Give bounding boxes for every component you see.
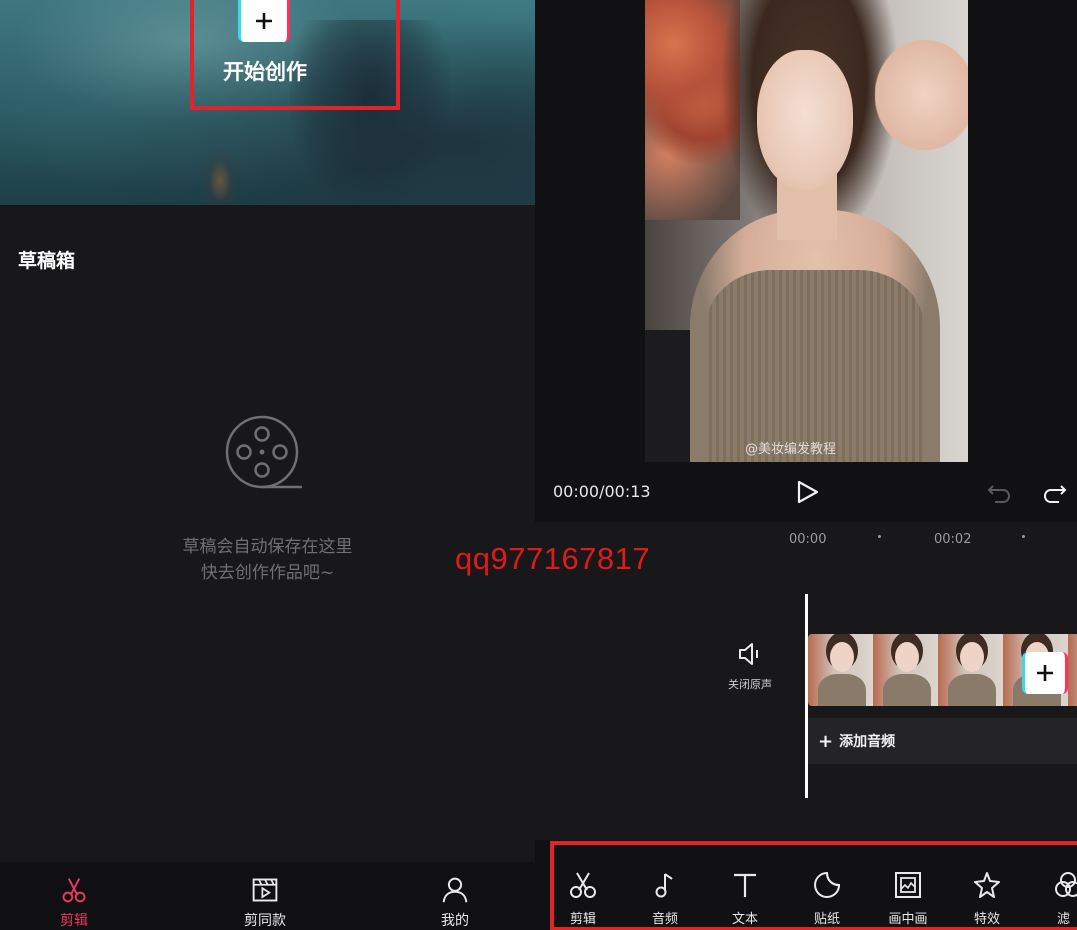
editor-screen: @美妆编发教程 00:00/00:13 00:00 00:02 关闭原声 + 添… [535, 0, 1077, 930]
picture-in-picture-icon [895, 872, 921, 898]
nav-item-edit[interactable]: 剪辑 [24, 862, 124, 930]
nav-item-templates[interactable]: 剪同款 [215, 862, 315, 930]
ruler-time-0: 00:00 [789, 532, 827, 547]
clapperboard-icon [252, 878, 278, 902]
undo-icon[interactable] [985, 478, 1013, 506]
tool-text[interactable]: 文本 [715, 870, 775, 930]
mute-original-label: 关闭原声 [728, 678, 772, 691]
drafts-title: 草稿箱 [18, 250, 76, 272]
tool-label-filter: 滤 [1057, 912, 1071, 927]
video-face [757, 50, 853, 190]
music-note-icon [655, 873, 673, 898]
start-creation-highlight [190, 0, 400, 110]
scissors-icon [570, 872, 596, 898]
speaker-icon [739, 643, 758, 665]
banner-light [200, 145, 240, 205]
tool-audio[interactable]: 音频 [635, 870, 695, 930]
tool-sticker[interactable]: 贴纸 [797, 870, 857, 930]
start-creation-button[interactable] [238, 0, 290, 42]
video-preview[interactable]: @美妆编发教程 [645, 0, 968, 462]
video-hand [875, 40, 968, 150]
redo-icon[interactable] [1041, 478, 1069, 506]
tool-picture-in-picture[interactable]: 画中画 [878, 870, 938, 930]
edit-toolbar: 剪辑 音频 文本 贴纸 画中画 特效 滤 [535, 840, 1077, 930]
nav-label-edit: 剪辑 [60, 913, 88, 929]
filter-icon [1055, 872, 1077, 897]
tool-label-sticker: 贴纸 [813, 912, 840, 927]
mute-original-audio-button[interactable]: 关闭原声 [715, 640, 785, 700]
bottom-nav: 剪辑 剪同款 我的 [0, 862, 535, 930]
playback-controls: 00:00/00:13 [535, 462, 1077, 522]
ruler-time-1: 00:02 [934, 532, 972, 547]
text-icon [734, 873, 756, 897]
tool-label-text: 文本 [731, 912, 758, 927]
plus-icon [1037, 665, 1053, 681]
clip-thumbnail [873, 634, 938, 706]
ruler-dot [1022, 535, 1025, 538]
scissors-icon [62, 878, 86, 903]
tool-label-audio: 音频 [651, 912, 678, 927]
tool-label-pip: 画中画 [888, 912, 928, 927]
plus-icon: + [818, 730, 834, 752]
qq-watermark: qq977167817 [455, 541, 651, 576]
play-icon[interactable] [793, 478, 821, 506]
home-screen: 开始创作 草稿箱 草稿会自动保存在这里 快去创作作品吧~ 剪辑 剪同款 我的 [0, 0, 535, 930]
tool-filter[interactable]: 滤 [1041, 870, 1077, 930]
video-watermark: @美妆编发教程 [745, 442, 837, 457]
clip-thumbnail [808, 634, 873, 706]
tool-label-edit: 剪辑 [569, 912, 596, 927]
film-reel-icon [225, 415, 302, 489]
tool-label-effects: 特效 [973, 912, 1000, 927]
add-audio-button[interactable]: + 添加音频 [808, 718, 1077, 764]
person-icon [442, 877, 468, 903]
nav-label-profile: 我的 [441, 913, 469, 929]
tool-edit[interactable]: 剪辑 [553, 870, 613, 930]
sticker-icon [814, 871, 840, 898]
app-root: 开始创作 草稿箱 草稿会自动保存在这里 快去创作作品吧~ 剪辑 剪同款 我的 @… [0, 0, 1077, 930]
sparkle-star-icon [974, 872, 1000, 898]
add-audio-label: 添加音频 [839, 734, 896, 750]
plus-icon [256, 13, 272, 29]
time-display: 00:00/00:13 [553, 482, 651, 501]
add-clip-button[interactable] [1022, 652, 1068, 694]
clip-thumbnail [1068, 634, 1077, 706]
ruler-dot [878, 535, 881, 538]
nav-label-templates: 剪同款 [244, 913, 286, 929]
video-knit-top [705, 270, 925, 462]
nav-item-profile[interactable]: 我的 [405, 862, 505, 930]
clip-thumbnail [938, 634, 1003, 706]
playhead[interactable] [805, 594, 808, 798]
start-creation-label[interactable]: 开始创作 [190, 56, 340, 86]
tool-effects[interactable]: 特效 [957, 870, 1017, 930]
video-preview-area: @美妆编发教程 [535, 0, 1077, 462]
